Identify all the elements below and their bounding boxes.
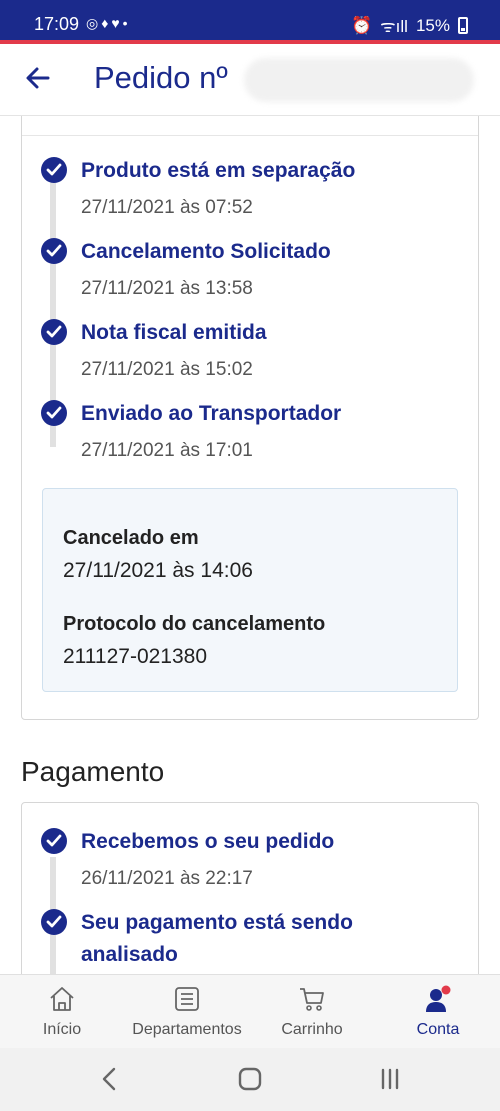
step-date: 27/11/2021 às 17:01 [81,440,253,461]
back-arrow-icon[interactable] [22,62,54,94]
step-title-line-2: analisado [81,943,178,966]
step-date: 26/11/2021 às 22:17 [81,868,253,889]
cancelled-at-label: Cancelado em [63,527,199,549]
battery-level: 15% [415,15,450,35]
alarm-icon: ⏰ [350,15,373,35]
step-date: 27/11/2021 às 13:58 [81,278,253,299]
list-icon [175,987,199,1011]
step-title: Recebemos o seu pedido [81,830,335,853]
nav-label: Início [42,1021,82,1038]
check-icon [41,909,67,935]
system-home-icon[interactable] [230,1062,270,1096]
check-icon [41,319,67,345]
nav-item-departamentos[interactable]: Departamentos [122,975,252,1049]
wifi-signal-icon: ᯤıll [380,17,408,36]
nav-label: Carrinho [281,1021,343,1038]
status-right: ⏰ ᯤıll 15% [351,14,468,37]
payment-section-title: Pagamento [21,756,165,787]
nav-item-inicio[interactable]: Início [24,975,100,1049]
bottom-navigation: Início Departamentos Carrinho Conta [0,974,500,1048]
payment-status-card: Recebemos o seu pedido 26/11/2021 às 22:… [21,802,479,974]
step-title: Nota fiscal emitida [81,321,267,344]
cancellation-info-box: Cancelado em 27/11/2021 às 14:06 Protoco… [42,488,458,692]
check-icon [41,157,67,183]
step-title-line-1: Seu pagamento está sendo [81,911,353,934]
app-bar: Pedido nº [0,44,500,116]
check-icon [41,238,67,264]
system-back-icon[interactable] [90,1062,130,1096]
status-time: 17:09 [34,14,80,34]
step-title: Cancelamento Solicitado [81,240,331,263]
notification-icons: ◎♦♥• [86,15,131,31]
page-title: Pedido nº [94,60,228,95]
status-bar: 17:09 ◎♦♥• ⏰ ᯤıll 15% [0,0,500,44]
order-status-card: Produto está em separação 27/11/2021 às … [21,116,479,720]
cancelled-at-value: 27/11/2021 às 14:06 [63,559,253,582]
battery-icon [458,17,468,34]
card-divider [22,135,478,136]
system-navigation-bar [0,1048,500,1111]
protocol-value: 211127-021380 [63,645,208,668]
nav-item-carrinho[interactable]: Carrinho [272,975,352,1049]
redacted-order-number [244,58,474,102]
nav-label: Departamentos [132,1021,242,1038]
check-icon [41,828,67,854]
step-date: 27/11/2021 às 15:02 [81,359,253,380]
check-icon [41,400,67,426]
order-details-content[interactable]: Produto está em separação 27/11/2021 às … [0,116,500,974]
step-title: Enviado ao Transportador [81,402,342,425]
account-icon [426,985,451,1012]
step-title: Produto está em separação [81,159,356,182]
step-date: 27/11/2021 às 07:52 [81,197,253,218]
nav-item-conta[interactable]: Conta [400,975,476,1049]
nav-label: Conta [416,1021,460,1038]
home-icon [50,987,74,1011]
protocol-label: Protocolo do cancelamento [63,613,326,635]
system-recents-icon[interactable] [370,1062,410,1096]
cart-icon [300,988,324,1011]
